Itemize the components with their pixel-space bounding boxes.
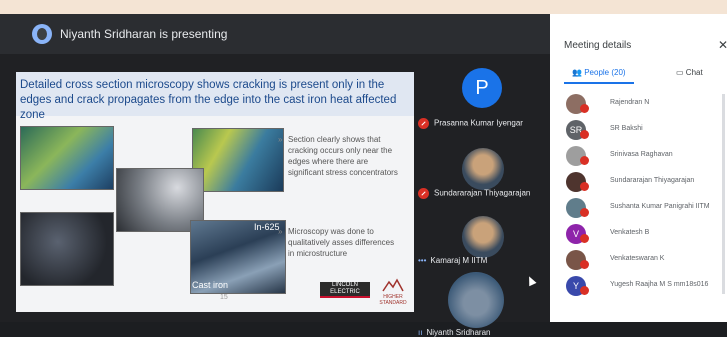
participant-name: SR Bakshi: [610, 125, 643, 132]
people-list-scrollbar[interactable]: [722, 94, 725, 294]
tab-people[interactable]: 👥 People (20): [572, 68, 626, 77]
tile-name-sundararajan: Sundararajan Thiyagarajan: [418, 188, 530, 199]
label-cast-iron: Cast iron: [192, 280, 229, 290]
mic-off-icon: [418, 188, 429, 199]
tab-chat[interactable]: ▭ Chat: [676, 68, 703, 77]
participant-name: Venkateswaran K: [610, 255, 665, 262]
participant-photo: [462, 148, 504, 190]
mic-off-icon: [580, 286, 589, 295]
mic-off-icon: [580, 104, 589, 113]
participant-name: Sushanta Kumar Panigrahi IITM: [610, 203, 710, 210]
chat-icon: ▭: [676, 68, 684, 77]
panel-title: Meeting details: [564, 40, 632, 51]
list-item[interactable]: Y Yugesh Raajha M S mm18s016: [550, 276, 727, 298]
participant-photo: [462, 216, 504, 258]
participant-name: Yugesh Raajha M S mm18s016: [610, 281, 709, 288]
presenter-bar: Niyanth Sridharan is presenting: [0, 14, 550, 54]
speaking-icon: ıı: [418, 328, 423, 337]
slide-bullet-1: Section clearly shows that cracking occu…: [278, 134, 400, 178]
mountain-icon: [382, 278, 404, 292]
browser-top-strip: [0, 0, 727, 14]
micrograph-top-right: [192, 128, 284, 192]
list-item[interactable]: Srinivasa Raghavan: [550, 146, 727, 168]
mic-off-icon: [580, 130, 589, 139]
mic-off-icon: [580, 260, 589, 269]
tile-name-text: Kamaraj M IITM: [430, 256, 488, 265]
list-item[interactable]: SR SR Bakshi: [550, 120, 727, 142]
shared-slide: Detailed cross section microscopy shows …: [16, 72, 414, 312]
mic-off-icon: [580, 234, 589, 243]
mic-off-icon: [418, 118, 429, 129]
participant-name: Rajendran N: [610, 99, 650, 106]
higher-standard-text: HIGHER STANDARD: [379, 294, 407, 306]
tile-name-niyanth: ıı Niyanth Sridharan: [418, 328, 491, 337]
mic-off-icon: [580, 208, 589, 217]
presenter-text: Niyanth Sridharan is presenting: [60, 27, 228, 41]
tab-chat-label: Chat: [685, 68, 703, 77]
people-icon: 👥: [572, 68, 582, 77]
participant-name: Srinivasa Raghavan: [610, 151, 673, 158]
slide-page-number: 15: [220, 294, 228, 301]
list-item[interactable]: Sundararajan Thiyagarajan: [550, 172, 727, 194]
list-item[interactable]: Venkateswaran K: [550, 250, 727, 272]
tile-name-text: Sundararajan Thiyagarajan: [434, 188, 531, 198]
mouse-cursor: [525, 274, 537, 287]
presenter-avatar: [32, 24, 52, 44]
list-item[interactable]: Sushanta Kumar Panigrahi IITM: [550, 198, 727, 220]
tab-people-label: People (20): [584, 68, 626, 77]
higher-standard-logo: HIGHER STANDARD: [378, 278, 408, 306]
tile-name-kamaraj: ••• Kamaraj M IITM: [418, 256, 487, 265]
slide-headline: Detailed cross section microscopy shows …: [20, 79, 397, 121]
participant-photo: [448, 272, 504, 328]
close-icon[interactable]: ✕: [718, 38, 727, 52]
active-tab-indicator: [564, 82, 634, 84]
participant-name: Venkatesh B: [610, 229, 650, 236]
meeting-details-panel: Meeting details ✕ 👥 People (20) ▭ Chat R…: [550, 14, 727, 322]
avatar-p: P: [462, 68, 502, 108]
label-in625: In-625: [254, 222, 280, 232]
mic-off-icon: [580, 156, 589, 165]
micrograph-top-left: [20, 126, 114, 190]
meeting-stage: Niyanth Sridharan is presenting Detailed…: [0, 14, 550, 337]
tile-name-text: Niyanth Sridharan: [426, 328, 491, 337]
slide-bullet-2: Microscopy was done to qualitatively ass…: [278, 226, 400, 259]
tile-name-prasanna: Prasanna Kumar Iyengar: [418, 118, 523, 129]
list-item[interactable]: Rajendran N: [550, 94, 727, 116]
tile-name-text: Prasanna Kumar Iyengar: [434, 118, 523, 128]
lincoln-electric-logo: LINCOLN ELECTRIC: [320, 282, 370, 298]
list-item[interactable]: V Venkatesh B: [550, 224, 727, 246]
speaking-icon: •••: [418, 256, 427, 265]
micrograph-bottom-left: [20, 212, 114, 286]
mic-off-icon: [580, 182, 589, 191]
participant-name: Sundararajan Thiyagarajan: [610, 177, 695, 184]
